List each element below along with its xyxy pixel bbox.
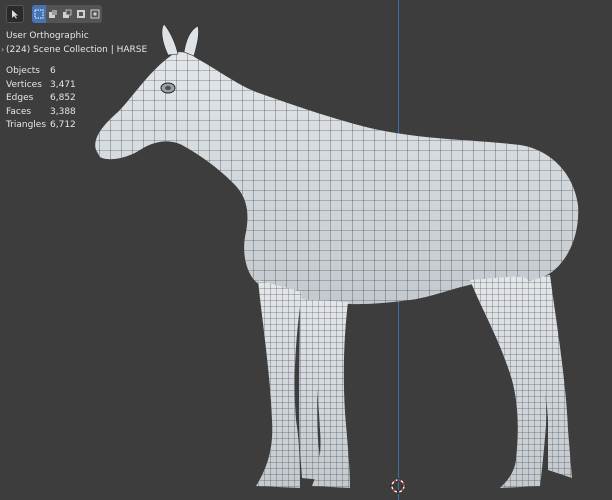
stat-value: 6 — [50, 66, 56, 76]
statistics-panel: Objects 6 Vertices 3,471 Edges 6,852 Fac… — [6, 65, 147, 133]
mode-extend-button[interactable] — [46, 5, 60, 23]
stat-value: 6,852 — [50, 93, 76, 103]
select-subtract-icon — [63, 9, 72, 18]
3d-cursor-icon[interactable] — [390, 478, 406, 494]
3d-viewport[interactable]: User Orthographic › (224) Scene Collecti… — [0, 0, 612, 500]
mode-subtract-button[interactable] — [60, 5, 74, 23]
chevron-right-icon[interactable]: › — [1, 43, 4, 57]
cursor-select-icon — [12, 10, 18, 19]
mode-invert-button[interactable] — [74, 5, 88, 23]
stat-value: 6,712 — [50, 120, 76, 130]
select-intersect-icon — [90, 9, 100, 19]
collection-info: (224) Scene Collection | HARSE — [6, 44, 148, 55]
stat-label: Faces — [6, 106, 32, 117]
stat-label: Triangles — [6, 120, 47, 130]
mode-set-button[interactable] — [32, 5, 46, 23]
stat-value: 3,388 — [50, 106, 76, 117]
mode-intersect-button[interactable] — [88, 5, 102, 23]
stat-value: 3,471 — [50, 79, 76, 90]
header-toolbar — [6, 5, 102, 23]
view-name: User Orthographic — [6, 31, 89, 41]
select-tool-button[interactable] — [6, 5, 24, 23]
select-invert-icon — [77, 10, 85, 18]
selection-mode-group — [32, 5, 102, 23]
viewport-info-overlay: User Orthographic › (224) Scene Collecti… — [1, 30, 148, 133]
stat-label: Vertices — [6, 79, 42, 90]
select-box-icon — [34, 9, 44, 19]
horse-body — [95, 23, 579, 488]
stat-label: Edges — [6, 93, 34, 103]
select-extend-icon — [49, 10, 57, 18]
stat-label: Objects — [6, 66, 41, 76]
